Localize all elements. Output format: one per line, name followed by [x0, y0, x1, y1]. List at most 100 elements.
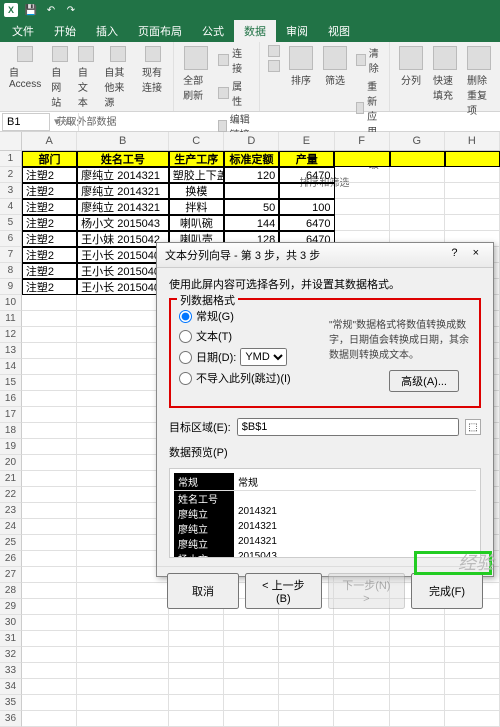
cell[interactable]: [22, 615, 77, 631]
cell[interactable]: [279, 631, 334, 647]
cell[interactable]: [169, 663, 224, 679]
cell-header[interactable]: 部门: [22, 151, 77, 167]
cell[interactable]: [77, 455, 169, 471]
cell[interactable]: [77, 471, 169, 487]
row-header[interactable]: 27: [0, 567, 22, 583]
cell[interactable]: 注塑2: [22, 199, 77, 215]
cell[interactable]: [77, 711, 169, 727]
cell[interactable]: [445, 215, 500, 231]
cell[interactable]: [445, 151, 500, 167]
cell[interactable]: [22, 311, 77, 327]
cell[interactable]: [77, 311, 169, 327]
cell[interactable]: 注塑2: [22, 263, 77, 279]
row-header[interactable]: 7: [0, 247, 22, 263]
cell[interactable]: [77, 519, 169, 535]
cell[interactable]: [279, 183, 334, 199]
dialog-titlebar[interactable]: 文本分列向导 - 第 3 步，共 3 步 ? ×: [157, 243, 493, 268]
col-header[interactable]: B: [77, 132, 169, 150]
row-header[interactable]: 29: [0, 599, 22, 615]
clear-button[interactable]: 清除: [354, 44, 383, 76]
cell[interactable]: [335, 199, 390, 215]
cell[interactable]: [22, 471, 77, 487]
row-header[interactable]: 2: [0, 167, 22, 183]
row-header[interactable]: 4: [0, 199, 22, 215]
cell[interactable]: [279, 647, 334, 663]
cell[interactable]: [77, 295, 169, 311]
text-to-columns-button[interactable]: 分列: [396, 44, 426, 89]
cell[interactable]: [224, 183, 279, 199]
cell[interactable]: [390, 151, 445, 167]
cell[interactable]: [334, 631, 389, 647]
cell[interactable]: [22, 695, 77, 711]
cell[interactable]: [22, 487, 77, 503]
row-header[interactable]: 17: [0, 407, 22, 423]
cell[interactable]: [390, 215, 445, 231]
cell[interactable]: [224, 647, 279, 663]
row-header[interactable]: 9: [0, 279, 22, 295]
row-header[interactable]: 16: [0, 391, 22, 407]
cell[interactable]: [334, 615, 389, 631]
cell[interactable]: [22, 663, 77, 679]
row-header[interactable]: 3: [0, 183, 22, 199]
cell[interactable]: [445, 631, 500, 647]
sort-za-button[interactable]: [266, 59, 282, 73]
cell[interactable]: [22, 391, 77, 407]
cell[interactable]: [77, 647, 169, 663]
cancel-button[interactable]: 取消: [167, 573, 239, 609]
cell[interactable]: 注塑2: [22, 231, 77, 247]
remove-dup-button[interactable]: 删除重复项: [464, 44, 494, 119]
cell[interactable]: 120: [224, 167, 279, 183]
cell[interactable]: [169, 647, 224, 663]
cell[interactable]: 注塑2: [22, 183, 77, 199]
cell[interactable]: [22, 647, 77, 663]
cell[interactable]: [77, 503, 169, 519]
cell[interactable]: [445, 647, 500, 663]
cell[interactable]: [390, 679, 445, 695]
cell[interactable]: [390, 711, 445, 727]
cell[interactable]: [22, 327, 77, 343]
cell[interactable]: 杨小文 2015043: [77, 215, 169, 231]
cell[interactable]: [279, 663, 334, 679]
cell[interactable]: 注塑2: [22, 167, 77, 183]
cell[interactable]: 6470: [279, 215, 334, 231]
redo-icon[interactable]: ↷: [64, 3, 78, 17]
filter-button[interactable]: 筛选: [320, 44, 350, 89]
cell[interactable]: 注塑2: [22, 279, 77, 295]
cell[interactable]: [279, 711, 334, 727]
row-header[interactable]: 23: [0, 503, 22, 519]
row-header[interactable]: 24: [0, 519, 22, 535]
from-access-button[interactable]: 自 Access: [6, 44, 44, 92]
cell[interactable]: [22, 535, 77, 551]
cell[interactable]: [334, 695, 389, 711]
cell[interactable]: [334, 679, 389, 695]
cell[interactable]: [445, 679, 500, 695]
sort-az-button[interactable]: [266, 44, 282, 58]
tab-view[interactable]: 视图: [318, 20, 360, 42]
row-header[interactable]: 28: [0, 583, 22, 599]
connections-button[interactable]: 连接: [216, 44, 253, 76]
cell[interactable]: 拌料: [169, 199, 224, 215]
cell[interactable]: [77, 583, 169, 599]
row-header[interactable]: 11: [0, 311, 22, 327]
cell[interactable]: [169, 711, 224, 727]
cell[interactable]: [77, 391, 169, 407]
row-header[interactable]: 34: [0, 679, 22, 695]
col-header[interactable]: C: [169, 132, 224, 150]
fx-icon[interactable]: fx: [62, 116, 79, 128]
cell[interactable]: [22, 407, 77, 423]
cell[interactable]: [390, 631, 445, 647]
radio-text-input[interactable]: [179, 330, 192, 343]
cell[interactable]: [445, 183, 500, 199]
date-format-select[interactable]: YMD: [240, 348, 287, 366]
range-picker-icon[interactable]: ⬚: [465, 419, 481, 435]
existing-conn-button[interactable]: 现有连接: [139, 44, 167, 96]
cell[interactable]: [77, 567, 169, 583]
save-icon[interactable]: 💾: [24, 3, 38, 17]
tab-file[interactable]: 文件: [2, 20, 44, 42]
row-header[interactable]: 12: [0, 327, 22, 343]
cell[interactable]: [169, 615, 224, 631]
row-header[interactable]: 14: [0, 359, 22, 375]
cell[interactable]: [334, 711, 389, 727]
cell[interactable]: [224, 663, 279, 679]
cell[interactable]: [77, 375, 169, 391]
